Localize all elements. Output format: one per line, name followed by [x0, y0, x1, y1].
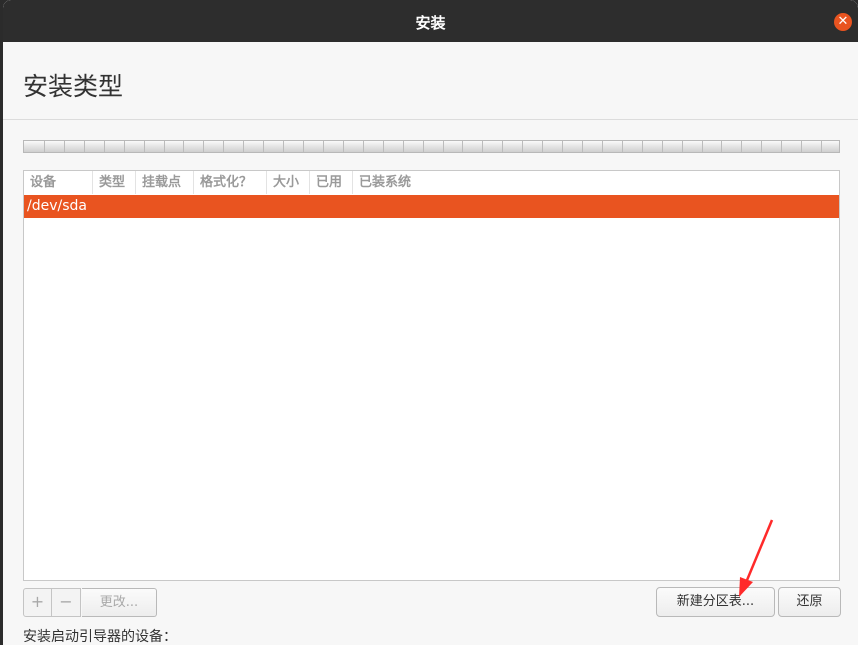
disk-bar-segment: [83, 141, 85, 152]
column-header-type[interactable]: 类型: [93, 171, 136, 194]
disk-bar-segment: [283, 141, 284, 152]
main-content: 设备 类型 挂载点 格式化？ 大小 已用 已装系统 /dev/sda + − 更…: [3, 120, 858, 645]
disk-bar-segment: [502, 141, 504, 152]
disk-bar-segment: [402, 141, 404, 152]
new-partition-table-button[interactable]: 新建分区表...: [656, 587, 775, 617]
disk-bar-segment: [422, 141, 424, 152]
disk-bar-segment: [781, 141, 783, 152]
disk-bar-segment: [621, 141, 623, 152]
disk-bar-segment: [661, 141, 663, 152]
title-bar[interactable]: 安装 ✕: [3, 0, 858, 42]
column-header-format[interactable]: 格式化？: [194, 171, 267, 194]
change-partition-button[interactable]: 更改...: [82, 588, 157, 617]
column-header-device[interactable]: 设备: [24, 171, 93, 194]
disk-bar-segment: [263, 141, 265, 152]
disk-bar-segment: [223, 141, 225, 152]
disk-bar-segment: [801, 141, 803, 152]
disk-bar-segment: [562, 141, 563, 152]
disk-bar-segment: [63, 141, 65, 152]
disk-bar-segment: [821, 141, 823, 152]
disk-bar-segment: [582, 141, 583, 152]
disk-bar-segment: [482, 141, 484, 152]
disk-bar-segment: [542, 141, 544, 152]
disk-bar-segment: [382, 141, 384, 152]
disk-bar-segment: [741, 141, 743, 152]
remove-partition-button[interactable]: −: [52, 588, 81, 617]
disk-bar-segment: [601, 141, 603, 152]
disk-bar-segment: [203, 141, 205, 152]
page-header: 安装类型: [3, 42, 858, 120]
disk-bar-segment: [761, 141, 763, 152]
disk-bar-segment: [522, 141, 524, 152]
partition-table: 设备 类型 挂载点 格式化？ 大小 已用 已装系统 /dev/sda: [23, 170, 840, 581]
disk-bar-segment: [721, 141, 723, 152]
table-header: 设备 类型 挂载点 格式化？ 大小 已用 已装系统: [24, 171, 839, 194]
add-partition-button[interactable]: +: [23, 588, 52, 617]
page-title: 安装类型: [23, 72, 124, 101]
disk-bar-segment: [701, 141, 703, 152]
column-header-used[interactable]: 已用: [310, 171, 353, 194]
device-name: /dev/sda: [27, 198, 87, 214]
disk-bar-segment: [362, 141, 364, 152]
column-header-installed-os[interactable]: 已装系统: [353, 171, 453, 194]
window-title: 安装: [415, 14, 446, 32]
disk-bar-segment: [322, 141, 324, 152]
bootloader-device-label: 安装启动引导器的设备：: [23, 629, 177, 645]
disk-bar-segment: [681, 141, 683, 152]
disk-bar-segment: [442, 141, 444, 152]
disk-bar-segment: [103, 141, 105, 152]
disk-bar-segment: [243, 141, 245, 152]
table-row[interactable]: /dev/sda: [24, 195, 839, 218]
disk-bar-segment: [342, 141, 344, 152]
disk-bar-segment: [641, 141, 643, 152]
disk-bar-segment: [303, 141, 304, 152]
installer-window: 安装 ✕ 安装类型 设备 类型 挂载点 格式化？ 大小 已用 已装系统 /dev…: [3, 0, 858, 645]
disk-bar-segment: [183, 141, 185, 152]
column-header-size[interactable]: 大小: [267, 171, 310, 194]
disk-bar-segment: [163, 141, 165, 152]
close-icon[interactable]: ✕: [834, 13, 852, 31]
disk-bar-segment: [43, 141, 45, 152]
disk-usage-bar: [23, 140, 840, 153]
column-header-mount-point[interactable]: 挂载点: [136, 171, 194, 194]
disk-bar-segment: [462, 141, 464, 152]
disk-bar-segment: [123, 141, 125, 152]
revert-button[interactable]: 还原: [778, 587, 841, 617]
disk-bar-segment: [143, 141, 145, 152]
